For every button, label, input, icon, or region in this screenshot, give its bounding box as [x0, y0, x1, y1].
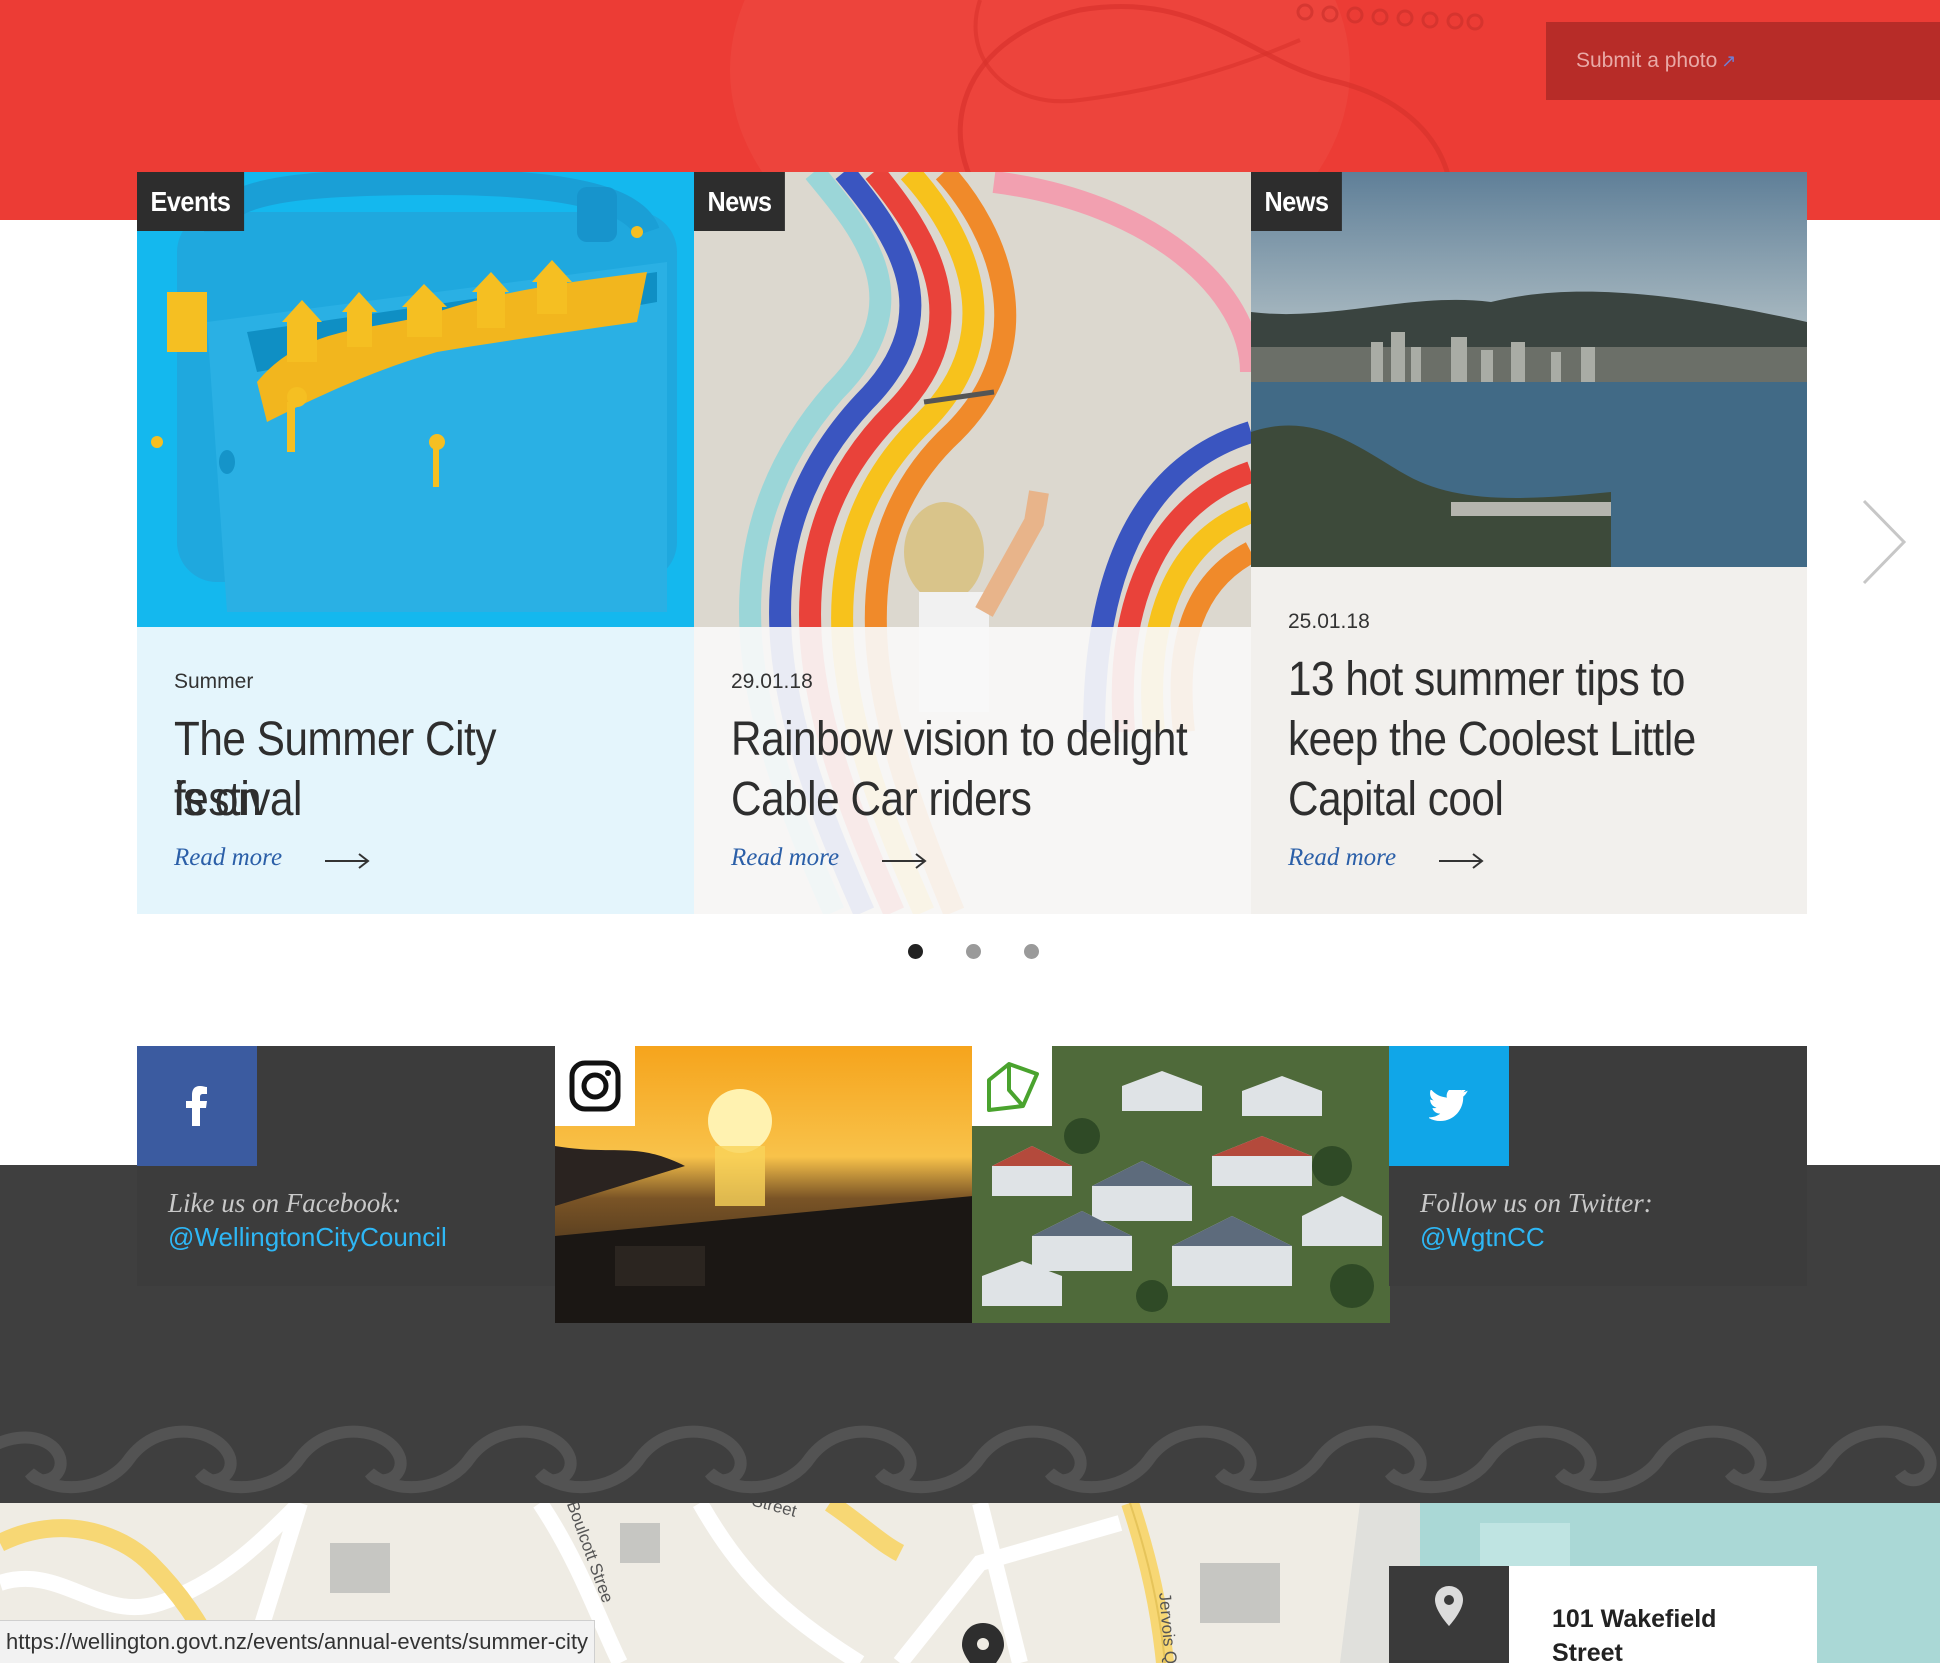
carousel-dot[interactable] — [908, 944, 923, 959]
address-card: 101 Wakefield Street — [1389, 1566, 1817, 1663]
card-meta: Summer — [174, 670, 254, 693]
carousel-pagination — [0, 942, 1940, 962]
card-title-line[interactable]: Capital cool — [1288, 770, 1746, 830]
card-meta: 25.01.18 — [1288, 610, 1370, 633]
external-link-icon: ↗ — [1721, 51, 1737, 71]
card-category-tag: News — [694, 172, 786, 231]
carousel-card[interactable]: News 25.01.18 13 hot summer tips to keep… — [1251, 172, 1807, 914]
suburb-photo[interactable] — [972, 1046, 1390, 1323]
facebook-panel: Like us on Facebook: @WellingtonCityCoun… — [137, 1046, 555, 1286]
submit-photo-label: Submit a photo — [1576, 49, 1718, 72]
facebook-icon — [186, 1086, 207, 1126]
map-pin-icon — [1389, 1566, 1509, 1663]
address-line-2: Street — [1552, 1639, 1623, 1663]
instagram-photo[interactable] — [555, 1046, 973, 1323]
card-title-line[interactable]: Cable Car riders — [731, 770, 1189, 830]
carousel-card[interactable]: News 29.01.18 Rainbow vision to delight … — [694, 172, 1251, 914]
arrow-right-icon[interactable] — [325, 852, 371, 870]
card-image-chilly-bin — [137, 172, 694, 627]
carousel-dot[interactable] — [1024, 944, 1039, 959]
card-title-line[interactable]: keep the Coolest Little — [1288, 710, 1746, 770]
instagram-icon — [569, 1060, 621, 1112]
news-carousel: Events Summer The Summer City festival i… — [137, 172, 1807, 914]
facebook-label: Like us on Facebook: — [168, 1188, 402, 1218]
card-category-tag: Events — [137, 172, 244, 231]
facebook-button[interactable] — [137, 1046, 257, 1166]
koru-pattern — [0, 1425, 1937, 1494]
twitter-panel: Follow us on Twitter: @WgtnCC — [1389, 1046, 1807, 1286]
homes-badge[interactable] — [972, 1046, 1052, 1126]
card-title-line[interactable]: is on — [174, 770, 632, 830]
twitter-button[interactable] — [1389, 1046, 1509, 1166]
carousel-dot[interactable] — [966, 944, 981, 959]
read-more-link[interactable]: Read more — [1288, 844, 1396, 872]
card-title-line[interactable]: 13 hot summer tips to — [1288, 650, 1746, 710]
arrow-right-icon[interactable] — [882, 852, 928, 870]
twitter-label: Follow us on Twitter: — [1420, 1188, 1653, 1218]
twitter-handle-link[interactable]: @WgtnCC — [1420, 1222, 1545, 1253]
card-title-line[interactable]: Rainbow vision to delight — [731, 710, 1189, 770]
page: Submit a photo ↗ Events Summer The Summe… — [0, 0, 1940, 1663]
address-text: 101 Wakefield Street — [1552, 1602, 1792, 1663]
status-bar-url: https://wellington.govt.nz/events/annual… — [0, 1620, 596, 1663]
card-category-tag: News — [1251, 172, 1343, 231]
instagram-badge[interactable] — [555, 1046, 635, 1126]
read-more-link[interactable]: Read more — [731, 844, 839, 872]
carousel-card[interactable]: Events Summer The Summer City festival i… — [137, 172, 694, 914]
card-meta: 29.01.18 — [731, 670, 813, 693]
twitter-icon — [1429, 1090, 1468, 1122]
submit-photo-button[interactable]: Submit a photo ↗ — [1546, 22, 1940, 100]
house-icon — [987, 1062, 1039, 1112]
address-line-1: 101 Wakefield — [1552, 1605, 1717, 1633]
arrow-right-icon[interactable] — [1439, 852, 1485, 870]
facebook-handle-link[interactable]: @WellingtonCityCouncil — [168, 1222, 447, 1253]
carousel-next-arrow-icon[interactable] — [1860, 497, 1910, 587]
read-more-link[interactable]: Read more — [174, 844, 282, 872]
